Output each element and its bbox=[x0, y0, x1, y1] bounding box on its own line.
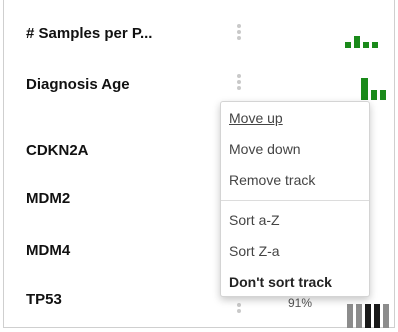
track-bar bbox=[374, 304, 380, 328]
track-bar bbox=[361, 78, 368, 100]
track-bar bbox=[356, 304, 362, 328]
menu-item-dont-sort-track[interactable]: Don't sort track bbox=[229, 274, 332, 290]
track-bar bbox=[363, 42, 369, 48]
track-menu-handle-icon[interactable] bbox=[237, 303, 241, 313]
menu-item-sort-a-z[interactable]: Sort a-Z bbox=[229, 212, 280, 228]
menu-item-move-down[interactable]: Move down bbox=[229, 141, 301, 157]
track-bar bbox=[365, 304, 371, 328]
tp53-altered-percent: 91% bbox=[288, 296, 313, 310]
track-bar bbox=[383, 304, 389, 328]
track-bar bbox=[372, 42, 378, 48]
track-bar bbox=[380, 90, 386, 100]
track-menu-handle-icon[interactable] bbox=[237, 74, 241, 90]
diagnosis-age-track bbox=[361, 78, 386, 100]
track-label-tp53[interactable]: TP53 bbox=[26, 291, 62, 308]
track-label-samples-per-patient[interactable]: # Samples per P... bbox=[26, 25, 152, 42]
track-label-mdm4[interactable]: MDM4 bbox=[26, 242, 70, 259]
track-context-menu: Move up Move down Remove track Sort a-Z … bbox=[220, 101, 370, 297]
menu-separator bbox=[221, 200, 369, 201]
track-bar bbox=[347, 304, 353, 328]
menu-item-remove-track[interactable]: Remove track bbox=[229, 172, 315, 188]
track-bar bbox=[345, 42, 351, 48]
menu-item-move-up[interactable]: Move up bbox=[229, 110, 283, 126]
samples-per-patient-track bbox=[345, 32, 378, 48]
menu-item-sort-z-a[interactable]: Sort Z-a bbox=[229, 243, 280, 259]
track-bar bbox=[371, 90, 377, 100]
track-bar bbox=[354, 36, 360, 48]
track-label-cdkn2a[interactable]: CDKN2A bbox=[26, 142, 89, 159]
tp53-genomic-track bbox=[347, 304, 389, 328]
track-label-mdm2[interactable]: MDM2 bbox=[26, 190, 70, 207]
track-label-diagnosis-age[interactable]: Diagnosis Age bbox=[26, 76, 130, 93]
track-menu-handle-icon[interactable] bbox=[237, 24, 241, 40]
